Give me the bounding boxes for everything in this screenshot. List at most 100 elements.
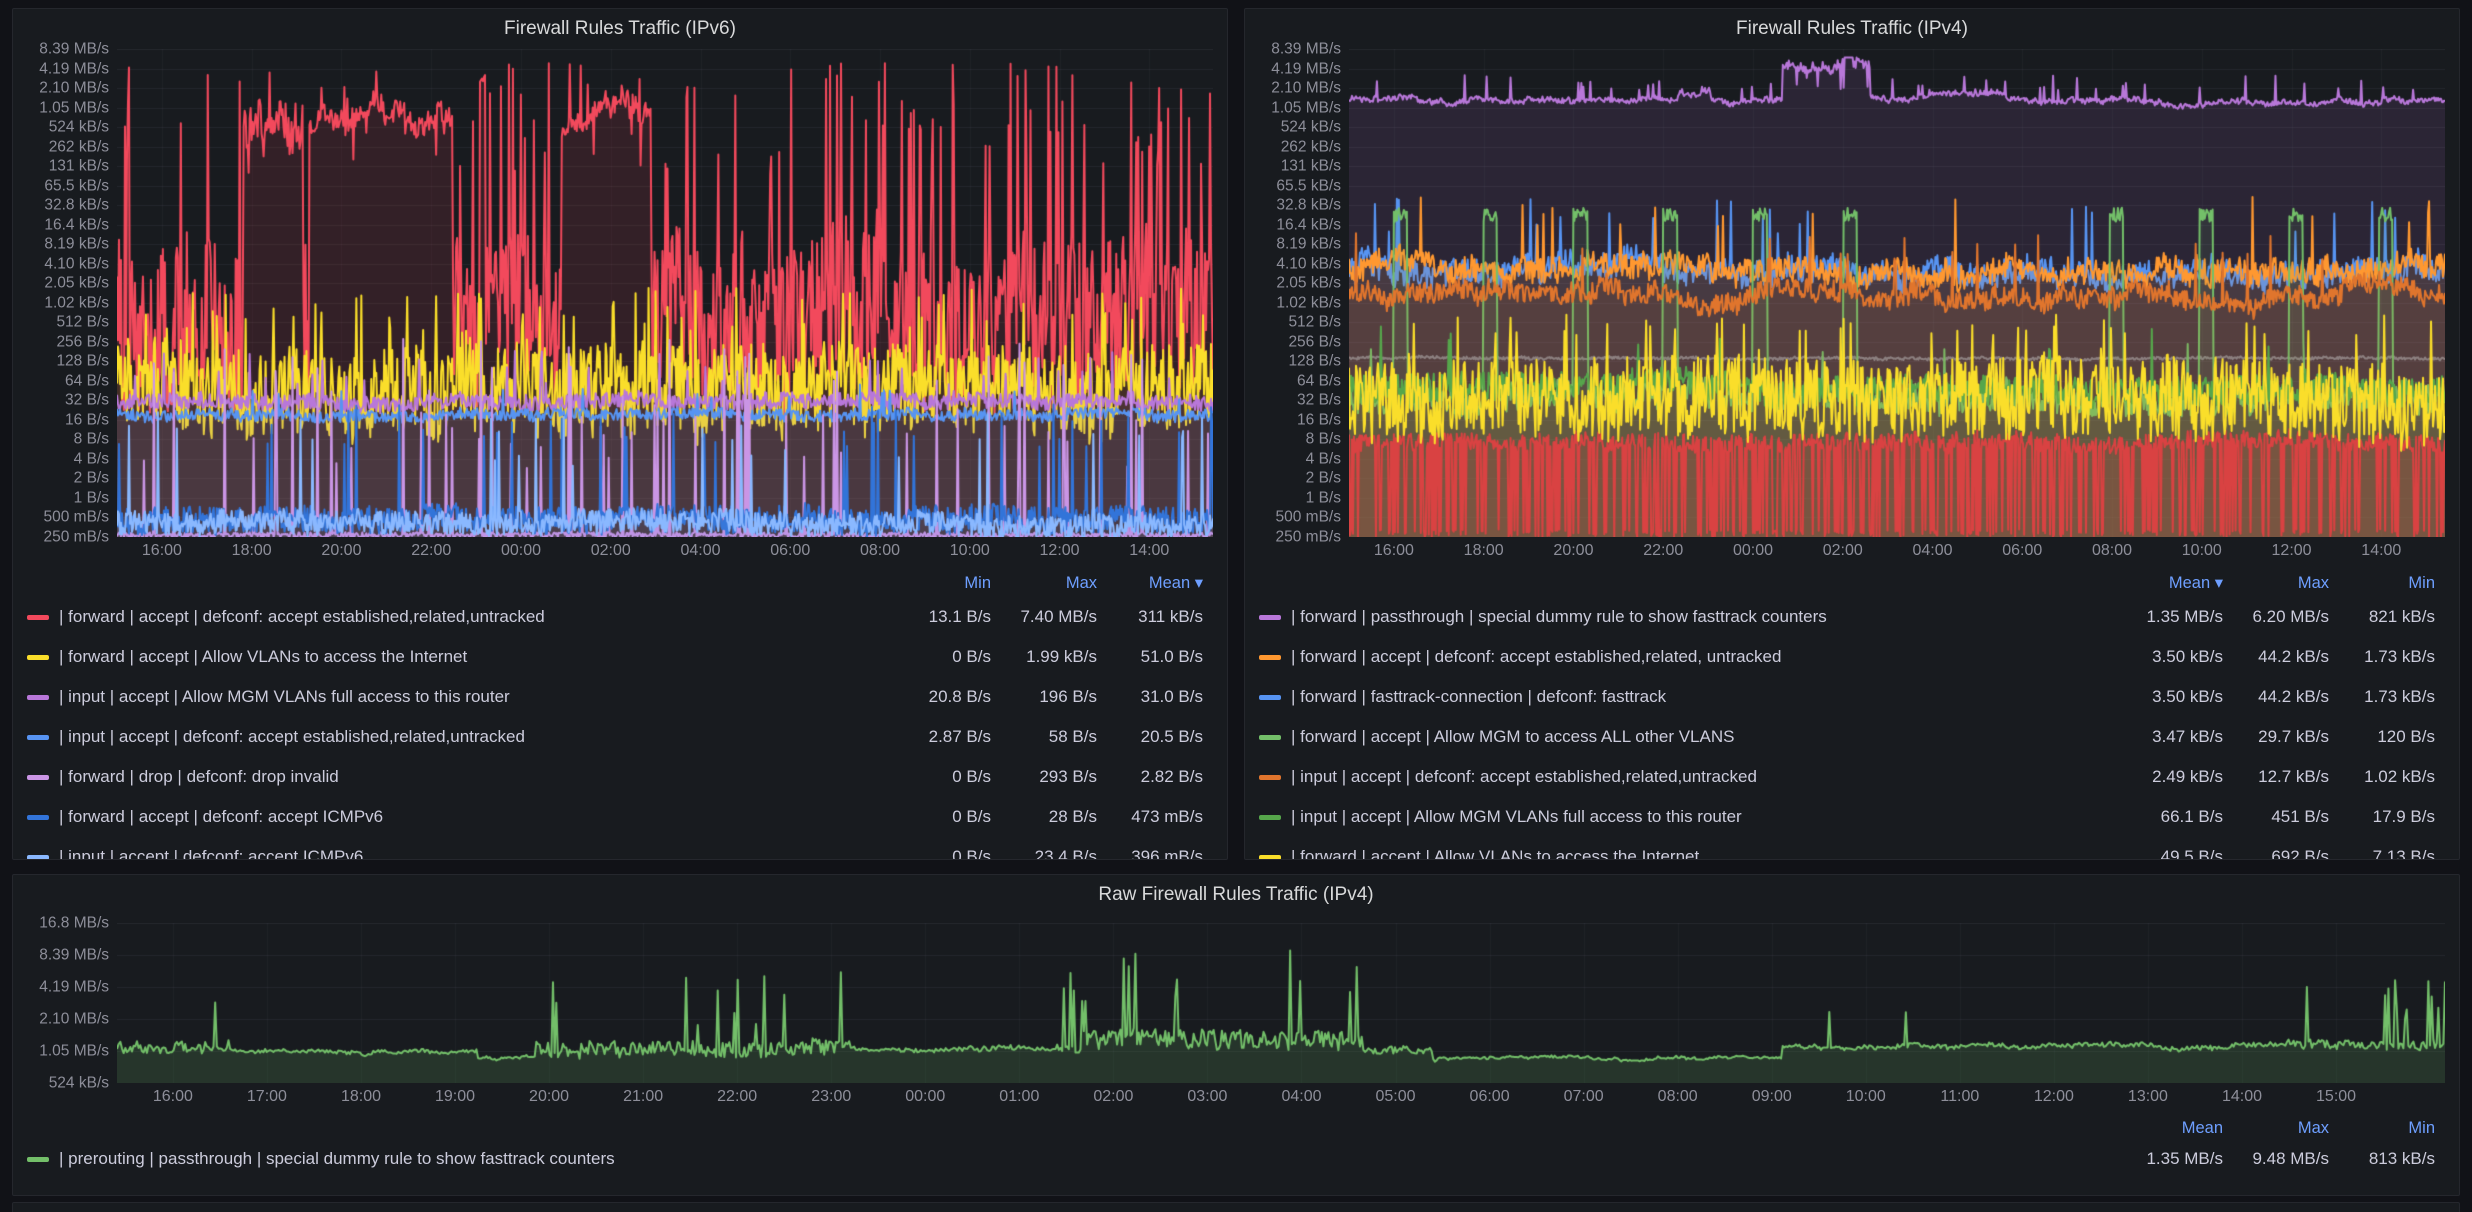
series-color-swatch <box>27 615 49 620</box>
legend-row[interactable]: | forward | accept | defconf: accept est… <box>1259 637 2435 677</box>
panel-title-ipv6[interactable]: Firewall Rules Traffic (IPv6) <box>13 9 1227 49</box>
next-panel-top-edge <box>12 1202 2460 1212</box>
x-axis-tick-label: 16:00 <box>153 1088 193 1106</box>
legend-row[interactable]: | forward | accept | Allow VLANs to acce… <box>27 637 1203 677</box>
x-axis-tick-label: 20:00 <box>321 542 361 560</box>
y-axis-tick-label: 524 kB/s <box>49 119 109 135</box>
series-color-swatch <box>27 775 49 780</box>
legend-row[interactable]: | input | accept | Allow MGM VLANs full … <box>1259 797 2435 837</box>
timeseries-canvas-ipv4[interactable] <box>1349 49 2445 537</box>
legend-stat-value: 1.73 kB/s <box>2329 647 2435 667</box>
timeseries-canvas-ipv6[interactable] <box>117 49 1213 537</box>
legend-stat-value: 813 kB/s <box>2329 1149 2435 1169</box>
legend-stat-value: 9.48 MB/s <box>2223 1149 2329 1169</box>
x-axis-tick-label: 12:00 <box>2272 542 2312 560</box>
legend-stat-value: 0 B/s <box>885 767 991 787</box>
x-axis-tick-label: 10:00 <box>2182 542 2222 560</box>
legend-stat-value: 44.2 kB/s <box>2223 687 2329 707</box>
legend-sort-max[interactable]: Max <box>2223 574 2329 593</box>
legend-row[interactable]: | forward | accept | Allow VLANs to acce… <box>1259 837 2435 859</box>
panel-title-raw-ipv4[interactable]: Raw Firewall Rules Traffic (IPv4) <box>13 875 2459 915</box>
legend-row[interactable]: | input | accept | defconf: accept ICMPv… <box>27 837 1203 859</box>
panel-title-ipv4[interactable]: Firewall Rules Traffic (IPv4) <box>1245 9 2459 49</box>
legend-row[interactable]: | forward | fasttrack-connection | defco… <box>1259 677 2435 717</box>
x-axis-tick-label: 04:00 <box>1281 1088 1321 1106</box>
x-axis-tick-label: 16:00 <box>1374 542 1414 560</box>
legend-sort-max[interactable]: Max <box>991 574 1097 593</box>
legend-stat-value: 12.7 kB/s <box>2223 767 2329 787</box>
y-axis-tick-label: 4.10 kB/s <box>44 256 109 272</box>
x-axis-tick-label: 02:00 <box>1093 1088 1133 1106</box>
legend-sort-mean[interactable]: Mean <box>2117 1119 2223 1138</box>
legend-stat-value: 2.82 B/s <box>1097 767 1203 787</box>
legend-row[interactable]: | input | accept | defconf: accept estab… <box>27 717 1203 757</box>
series-color-swatch <box>1259 615 1281 620</box>
plot-area-ipv6 <box>117 49 1213 537</box>
panel-raw-firewall-rules-traffic-ipv4: Raw Firewall Rules Traffic (IPv4) 16.8 M… <box>12 874 2460 1196</box>
legend-rows: | forward | passthrough | special dummy … <box>1259 597 2435 859</box>
legend-series-label: | forward | passthrough | special dummy … <box>1291 607 2117 627</box>
legend-row[interactable]: | forward | accept | Allow MGM to access… <box>1259 717 2435 757</box>
x-axis-tick-label: 19:00 <box>435 1088 475 1106</box>
x-axis-tick-label: 09:00 <box>1752 1088 1792 1106</box>
y-axis-tick-label: 2.10 MB/s <box>1271 80 1341 96</box>
legend-row[interactable]: | input | accept | Allow MGM VLANs full … <box>27 677 1203 717</box>
legend-sort-min[interactable]: Min <box>2329 574 2435 593</box>
panel-firewall-rules-traffic-ipv4: Firewall Rules Traffic (IPv4) 8.39 MB/s4… <box>1244 8 2460 860</box>
y-axis-tick-label: 1.05 MB/s <box>39 1043 109 1059</box>
x-axis-tick-label: 08:00 <box>2092 542 2132 560</box>
legend-header: Mean ▾MaxMin <box>1259 569 2435 597</box>
y-axis-tick-label: 524 kB/s <box>49 1075 109 1091</box>
legend-sort-min[interactable]: Min <box>2329 1119 2435 1138</box>
legend-stat-value: 3.50 kB/s <box>2117 647 2223 667</box>
legend-row[interactable]: | forward | accept | defconf: accept est… <box>27 597 1203 637</box>
series-color-swatch <box>1259 695 1281 700</box>
x-axis-tick-label: 11:00 <box>1940 1088 1979 1106</box>
x-axis-tick-label: 07:00 <box>1564 1088 1604 1106</box>
legend-series-label: | forward | accept | Allow VLANs to acce… <box>1291 847 2117 859</box>
timeseries-canvas-raw-ipv4[interactable] <box>117 923 2445 1083</box>
legend-stat-value: 58 B/s <box>991 727 1097 747</box>
legend-row[interactable]: | input | accept | defconf: accept estab… <box>1259 757 2435 797</box>
legend-sort-max[interactable]: Max <box>2223 1119 2329 1138</box>
legend-stat-value: 196 B/s <box>991 687 1097 707</box>
legend-row[interactable]: | forward | passthrough | special dummy … <box>1259 597 2435 637</box>
legend-sort-mean[interactable]: Mean ▾ <box>2117 573 2223 593</box>
y-axis-tick-label: 256 B/s <box>1288 334 1341 350</box>
legend-sort-mean[interactable]: Mean ▾ <box>1097 573 1203 593</box>
plot-area-ipv4 <box>1349 49 2445 537</box>
x-axis-tick-label: 04:00 <box>680 542 720 560</box>
legend-header: MinMaxMean ▾ <box>27 569 1203 597</box>
legend-header: MeanMaxMin <box>27 1115 2435 1141</box>
x-axis-tick-label: 22:00 <box>411 542 451 560</box>
legend-stat-value: 692 B/s <box>2223 847 2329 859</box>
legend-row[interactable]: | forward | drop | defconf: drop invalid… <box>27 757 1203 797</box>
y-axis-tick-label: 1 B/s <box>1306 490 1341 506</box>
legend-series-label: | input | accept | Allow MGM VLANs full … <box>1291 807 2117 827</box>
x-axis-tick-label: 08:00 <box>1658 1088 1698 1106</box>
legend-stat-value: 51.0 B/s <box>1097 647 1203 667</box>
legend-stat-value: 2.87 B/s <box>885 727 991 747</box>
legend-stat-value: 7.40 MB/s <box>991 607 1097 627</box>
legend-row[interactable]: | forward | accept | defconf: accept ICM… <box>27 797 1203 837</box>
legend-series-label: | forward | drop | defconf: drop invalid <box>59 767 885 787</box>
y-axis-tick-label: 16 B/s <box>1297 412 1341 428</box>
legend-sort-min[interactable]: Min <box>885 574 991 593</box>
y-axis-raw-ipv4: 16.8 MB/s8.39 MB/s4.19 MB/s2.10 MB/s1.05… <box>21 923 117 1083</box>
series-color-swatch <box>27 655 49 660</box>
legend-series-label: | input | accept | defconf: accept estab… <box>1291 767 2117 787</box>
legend-stat-value: 20.8 B/s <box>885 687 991 707</box>
y-axis-tick-label: 131 kB/s <box>49 158 109 174</box>
legend-series-label: | prerouting | passthrough | special dum… <box>59 1149 2117 1169</box>
y-axis-tick-label: 2.10 MB/s <box>39 1011 109 1027</box>
y-axis-tick-label: 65.5 kB/s <box>44 178 109 194</box>
x-axis-tick-label: 00:00 <box>905 1088 945 1106</box>
x-axis-tick-label: 14:00 <box>2361 542 2401 560</box>
legend-row[interactable]: | prerouting | passthrough | special dum… <box>27 1141 2435 1177</box>
legend-stat-value: 396 mB/s <box>1097 847 1203 859</box>
grafana-dashboard: Firewall Rules Traffic (IPv6) 8.39 MB/s4… <box>0 0 2472 1212</box>
y-axis-tick-label: 2.05 kB/s <box>44 275 109 291</box>
series-color-swatch <box>27 1157 49 1162</box>
x-axis-tick-label: 12:00 <box>1040 542 1080 560</box>
y-axis-tick-label: 16 B/s <box>65 412 109 428</box>
